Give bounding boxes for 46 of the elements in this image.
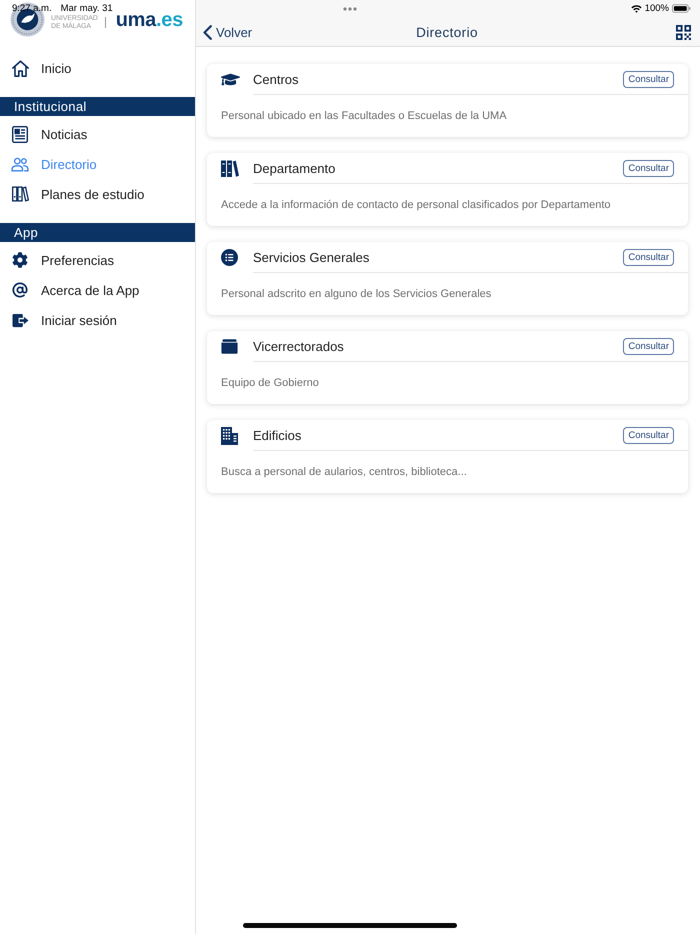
consult-button[interactable]: Consultar: [623, 160, 674, 176]
sidebar-item[interactable]: Iniciar sesión: [11, 309, 117, 331]
consult-button[interactable]: Consultar: [623, 338, 674, 354]
card-description: Personal adscrito en alguno de los Servicios Generales: [221, 288, 492, 300]
card-description: Personal ubicado en las Facultades o Escuelas de la UMA: [221, 110, 507, 122]
battery-icon: [672, 4, 691, 13]
multitasking-dots-icon[interactable]: [343, 6, 357, 10]
card-title: Centros: [253, 72, 299, 86]
sidebar-item[interactable]: Planes de estudio: [11, 183, 144, 205]
home-icon: [12, 60, 28, 76]
at-sign-icon: [12, 282, 28, 298]
tray-icon: [221, 339, 238, 354]
card-title: Edificios: [253, 428, 302, 442]
section-header: Institucional: [0, 97, 195, 116]
building-icon: [221, 426, 238, 444]
card-description: Accede a la información de contacto de personal clasificados por Departamento: [221, 199, 611, 211]
brand-logo-text: uma.es: [116, 9, 183, 32]
wifi-icon: [630, 4, 642, 12]
books-icon: [221, 160, 239, 177]
sidebar-item[interactable]: Directorio: [11, 153, 97, 175]
books-icon: [12, 186, 28, 202]
consult-button[interactable]: Consultar: [623, 426, 674, 444]
battery-percentage: 100%: [644, 3, 669, 14]
back-button[interactable]: Volver: [203, 24, 252, 40]
card-title: Departamento: [253, 160, 336, 176]
people-icon: [11, 156, 29, 172]
card-title: Vicerrectorados: [253, 338, 344, 354]
consult-button[interactable]: Consultar: [623, 70, 674, 88]
page-title: Directorio: [416, 24, 478, 40]
status-time: 9:27 a.m.: [12, 3, 52, 14]
sidebar-item[interactable]: Noticias: [11, 123, 88, 145]
newspaper-icon: [12, 126, 28, 142]
sidebar-item[interactable]: Inicio: [11, 57, 72, 79]
sidebar-item[interactable]: Preferencias: [11, 249, 114, 271]
sign-in-icon: [12, 312, 28, 328]
card-description: Busca a personal de aularios, centros, biblioteca...: [221, 466, 467, 478]
sidebar-item[interactable]: Acerca de la App: [11, 279, 140, 301]
consult-button[interactable]: Consultar: [623, 248, 674, 266]
settings-icon: [12, 252, 28, 268]
card-description: Equipo de Gobierno: [221, 377, 319, 389]
section-header: App: [0, 223, 195, 242]
qr-code-icon[interactable]: [676, 24, 691, 40]
list-icon: [221, 249, 238, 266]
chevron-left-icon: [203, 24, 212, 40]
status-date: Mar may. 31: [60, 3, 113, 14]
card-title: Servicios Generales: [253, 250, 370, 264]
